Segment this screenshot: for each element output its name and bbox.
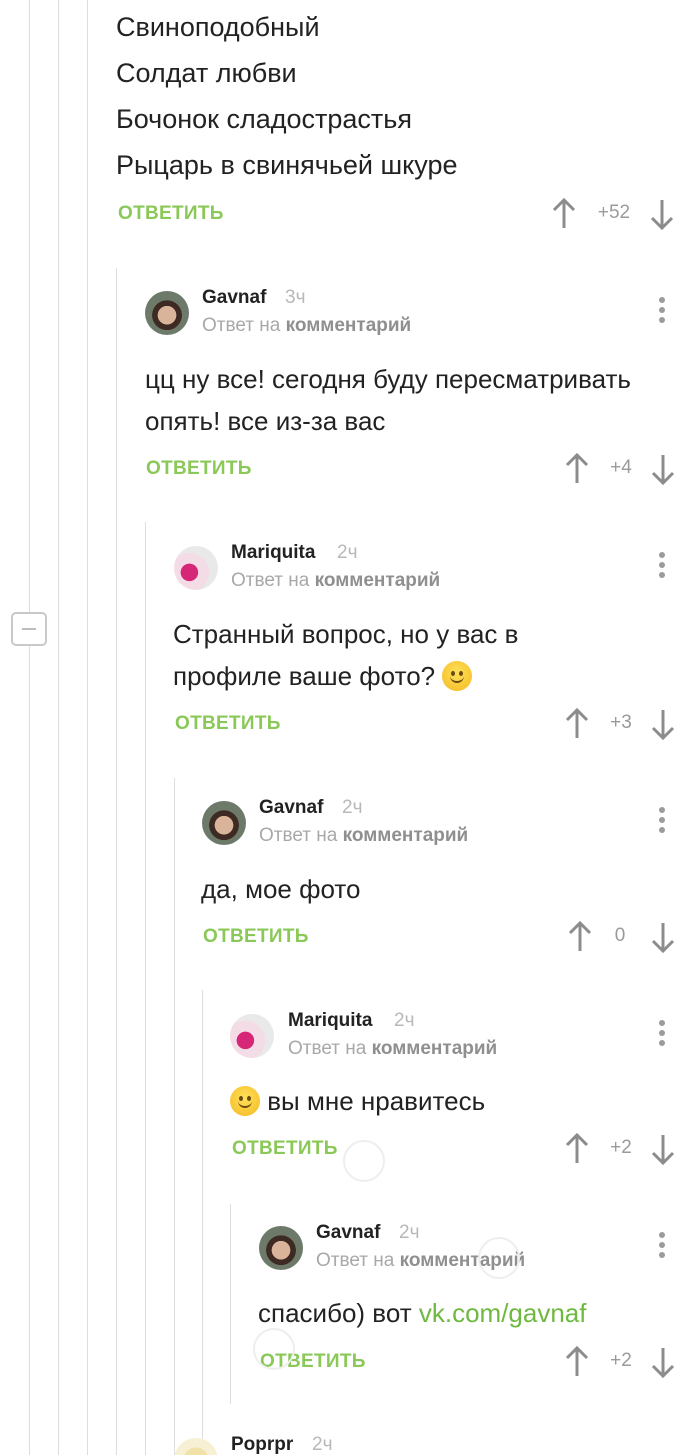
kebab-menu-icon[interactable] <box>657 297 667 325</box>
reply-button[interactable]: ОТВЕТИТЬ <box>118 203 224 225</box>
thread-line <box>87 0 88 1455</box>
avatar[interactable] <box>174 546 218 590</box>
vote-score: +2 <box>610 1350 632 1371</box>
vote-controls: +52 <box>552 198 676 230</box>
reply-to-link[interactable]: комментарий <box>372 1038 498 1059</box>
comment-text-block: спасибо) вот vk.com/gavnaf <box>258 1292 658 1334</box>
vote-score: +2 <box>610 1137 632 1158</box>
reply-to-line: Ответ на комментарий <box>231 570 440 592</box>
reply-to-prefix: Ответ на <box>316 1250 395 1271</box>
thread-line <box>145 522 146 1455</box>
comment-text: да, мое фото <box>201 874 361 904</box>
reply-to-prefix: Ответ на <box>259 825 338 846</box>
vk-profile-link[interactable]: vk.com/gavnaf <box>419 1298 587 1328</box>
comment-text: спасибо) вот <box>258 1298 412 1328</box>
comment-text: вы мне нравитесь <box>267 1086 486 1116</box>
thread-line <box>202 990 203 1455</box>
reply-button[interactable]: ОТВЕТИТЬ <box>232 1138 338 1160</box>
arrow-up-icon[interactable] <box>565 708 589 740</box>
kebab-menu-icon[interactable] <box>657 1232 667 1260</box>
comment-time: 2ч <box>342 797 363 818</box>
comment-line: Солдат любви <box>116 58 297 88</box>
vote-controls: +4 <box>565 453 676 485</box>
comment-line: Рыцарь в свинячьей шкуре <box>116 150 458 180</box>
avatar[interactable] <box>230 1014 274 1058</box>
reply-button[interactable]: ОТВЕТИТЬ <box>175 713 281 735</box>
collapse-thread-button[interactable] <box>11 612 47 646</box>
kebab-menu-icon[interactable] <box>657 807 667 835</box>
comment-text: цц ну все! сегодня буду пересматривать о… <box>145 364 631 436</box>
avatar[interactable] <box>174 1438 218 1455</box>
avatar[interactable] <box>145 291 189 335</box>
reply-to-link[interactable]: комментарий <box>286 315 412 336</box>
comment-text-block: вы мне нравитесь <box>230 1080 630 1122</box>
vote-controls: +2 <box>565 1133 676 1165</box>
top-comment-body: Свиноподобный Солдат любви Бочонок сладо… <box>116 0 458 188</box>
kebab-menu-icon[interactable] <box>657 1020 667 1048</box>
comment-time: 3ч <box>285 287 306 308</box>
comment-author[interactable]: Gavnaf <box>316 1222 380 1244</box>
smiling-face-emoji-icon <box>230 1086 260 1116</box>
comment-time: 2ч <box>312 1434 333 1455</box>
arrow-up-icon[interactable] <box>565 453 589 485</box>
thread-line <box>230 1204 231 1404</box>
reply-to-prefix: Ответ на <box>202 315 281 336</box>
reply-button[interactable]: ОТВЕТИТЬ <box>146 458 252 480</box>
comment-line: Свиноподобный <box>116 12 320 42</box>
arrow-up-icon[interactable] <box>565 1346 589 1378</box>
arrow-down-icon[interactable] <box>651 708 675 740</box>
arrow-up-icon[interactable] <box>565 1133 589 1165</box>
arrow-down-icon[interactable] <box>651 1133 675 1165</box>
thread-line <box>29 0 30 1455</box>
comment-time: 2ч <box>337 542 358 563</box>
reply-to-prefix: Ответ на <box>231 570 310 591</box>
vote-score: +3 <box>610 712 632 733</box>
thread-line <box>58 0 59 1455</box>
vote-score: 0 <box>614 925 626 946</box>
comment-author[interactable]: Poprpr <box>231 1434 293 1455</box>
reply-to-line: Ответ на комментарий <box>288 1038 497 1060</box>
arrow-down-icon[interactable] <box>651 921 675 953</box>
kebab-menu-icon[interactable] <box>657 552 667 580</box>
slight-smile-emoji-icon <box>442 661 473 691</box>
reply-to-line: Ответ на комментарий <box>259 825 468 847</box>
arrow-up-icon[interactable] <box>568 921 592 953</box>
touch-ripple <box>478 1237 520 1279</box>
comment-author[interactable]: Mariquita <box>231 542 315 564</box>
avatar[interactable] <box>259 1226 303 1270</box>
comment-text-block: Странный вопрос, но у вас в профиле ваше… <box>173 613 533 697</box>
comment-author[interactable]: Gavnaf <box>259 797 323 819</box>
arrow-down-icon[interactable] <box>651 1346 675 1378</box>
reply-to-prefix: Ответ на <box>288 1038 367 1059</box>
comment-line: Бочонок сладострастья <box>116 104 412 134</box>
avatar[interactable] <box>202 801 246 845</box>
reply-to-link[interactable]: комментарий <box>315 570 441 591</box>
comment-author[interactable]: Gavnaf <box>202 287 266 309</box>
vote-score: +4 <box>610 457 632 478</box>
arrow-down-icon[interactable] <box>650 198 674 230</box>
vote-score: +52 <box>597 202 631 223</box>
arrow-down-icon[interactable] <box>651 453 675 485</box>
touch-ripple <box>343 1140 385 1182</box>
comment-author[interactable]: Mariquita <box>288 1010 372 1032</box>
arrow-up-icon[interactable] <box>552 198 576 230</box>
comment-time: 2ч <box>394 1010 415 1031</box>
reply-to-line: Ответ на комментарий <box>202 315 411 337</box>
vote-controls: +3 <box>565 708 676 740</box>
thread-line <box>116 268 117 1455</box>
reply-to-link[interactable]: комментарий <box>343 825 469 846</box>
thread-line <box>174 778 175 1455</box>
touch-ripple <box>253 1328 295 1370</box>
vote-controls: 0 <box>568 921 676 953</box>
comment-time: 2ч <box>399 1222 420 1243</box>
vote-controls: +2 <box>565 1346 676 1378</box>
reply-button[interactable]: ОТВЕТИТЬ <box>203 926 309 948</box>
